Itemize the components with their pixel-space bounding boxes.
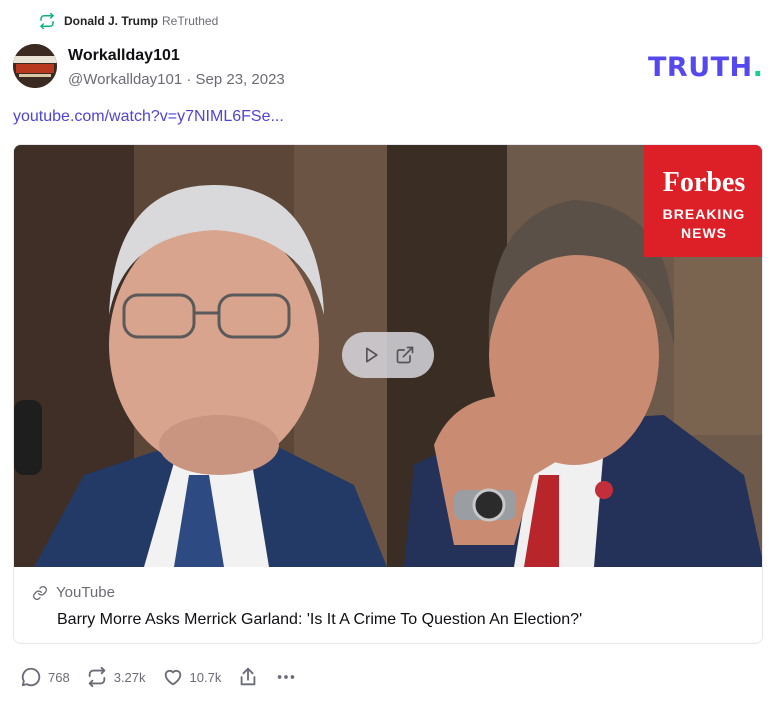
post-link[interactable]: youtube.com/watch?v=y7NIML6FSe... [13, 108, 284, 126]
like-button[interactable]: 10.7k [162, 666, 222, 688]
retruth-user-name[interactable]: Donald J. Trump [64, 14, 158, 28]
link-preview-card[interactable]: Forbes BREAKING NEWS YouTube Barry Morre… [13, 144, 763, 644]
link-icon [33, 585, 47, 600]
meta-separator: · [186, 71, 192, 88]
truth-logo-dot: . [752, 52, 764, 83]
truth-logo-text: TRUTH [648, 52, 753, 83]
thumb-badge-line1: BREAKING [663, 206, 746, 222]
external-link-icon[interactable] [395, 345, 415, 365]
avatar[interactable] [13, 44, 57, 88]
thumb-badge-brand: Forbes [663, 167, 746, 198]
author-handle[interactable]: @Workallday101 [68, 71, 182, 88]
thumb-badge-line2: NEWS [681, 225, 727, 241]
more-button[interactable] [275, 666, 297, 688]
post-actions: 768 3.27k 10.7k [20, 665, 313, 689]
retruth-label: ReTruthed [162, 14, 219, 28]
share-button[interactable] [237, 666, 259, 688]
post-date[interactable]: Sep 23, 2023 [196, 71, 285, 88]
card-source: YouTube [32, 584, 115, 601]
retruth-header: Donald J. Trump ReTruthed [38, 12, 218, 30]
heart-icon [164, 669, 181, 686]
post-author: Workallday101 @Workallday101 · Sep 23, 2… [68, 47, 285, 88]
reply-button[interactable]: 768 [20, 666, 70, 688]
card-footer: YouTube Barry Morre Asks Merrick Garland… [14, 567, 762, 643]
more-icon [278, 675, 295, 679]
author-meta: @Workallday101 · Sep 23, 2023 [68, 71, 285, 88]
comment-icon [21, 667, 41, 687]
retruth-count: 3.27k [113, 669, 146, 685]
video-controls[interactable] [342, 332, 434, 378]
truth-logo[interactable]: TRUTH. [648, 52, 763, 83]
video-thumbnail[interactable]: Forbes BREAKING NEWS [14, 145, 762, 567]
reply-count: 768 [48, 669, 70, 685]
card-source-name: YouTube [56, 584, 115, 601]
author-display-name[interactable]: Workallday101 [68, 47, 285, 65]
share-icon [240, 667, 256, 686]
retruth-button[interactable]: 3.27k [86, 666, 146, 688]
retruth-icon [40, 12, 54, 30]
card-title[interactable]: Barry Morre Asks Merrick Garland: 'Is It… [57, 611, 582, 629]
like-count: 10.7k [189, 669, 222, 685]
play-icon[interactable] [361, 345, 381, 365]
retruth-icon [88, 666, 105, 688]
